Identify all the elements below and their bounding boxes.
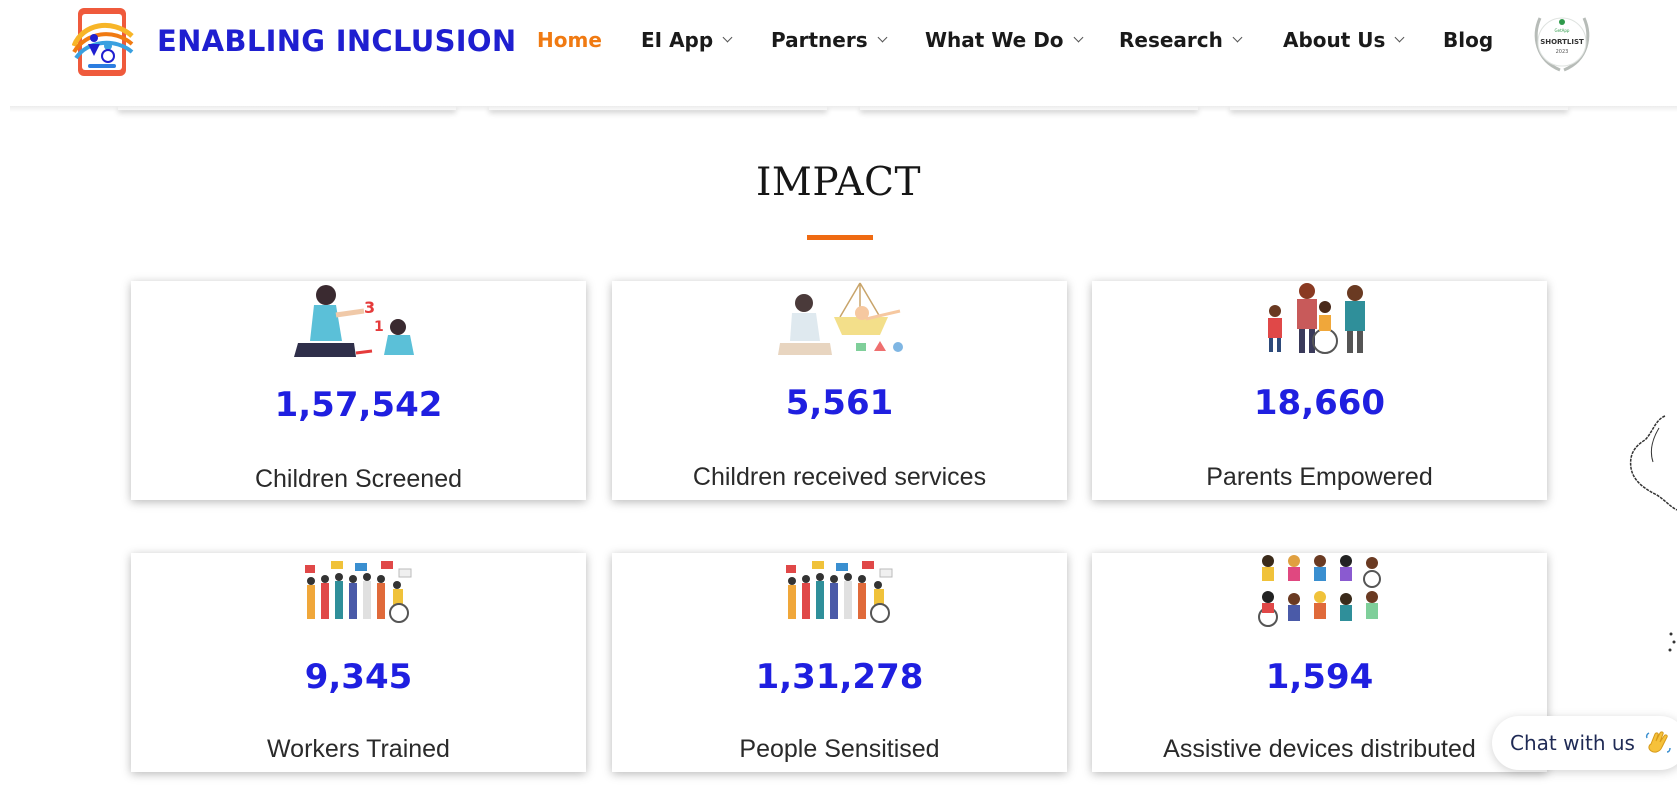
nav-about-us-label: About Us xyxy=(1283,28,1386,52)
stat-label: Children received services xyxy=(692,463,987,491)
nav-partners-label: Partners xyxy=(771,28,868,52)
nav-partners[interactable]: Partners xyxy=(771,28,888,52)
stat-value: 5,561 xyxy=(785,383,894,423)
stat-value: 1,57,542 xyxy=(274,385,443,425)
nav-what-we-do[interactable]: What We Do xyxy=(925,28,1083,52)
impact-card-people-sensitised: 1,31,278 People Sensitised xyxy=(612,553,1067,772)
impact-card-assistive-devices: 1,594 Assistive devices distributed xyxy=(1092,553,1547,772)
enabling-inclusion-logo-icon[interactable] xyxy=(72,6,134,78)
india-map-outline-icon xyxy=(1629,415,1677,511)
stat-label: Assistive devices distributed xyxy=(1163,735,1476,763)
stat-value: 1,594 xyxy=(1265,657,1374,697)
waving-hand-icon xyxy=(1645,731,1671,753)
nav-home-label: Home xyxy=(537,28,602,52)
stat-label: Children Screened xyxy=(254,465,463,493)
stat-label: People Sensitised xyxy=(739,735,940,763)
nav-what-we-do-label: What We Do xyxy=(925,28,1064,52)
nav-research-label: Research xyxy=(1119,28,1223,52)
nav-ei-app[interactable]: EI App xyxy=(641,28,733,52)
badge-year-text: 2023 xyxy=(1556,49,1569,55)
chevron-down-icon xyxy=(1395,32,1405,43)
stat-label: Parents Empowered xyxy=(1206,463,1433,491)
nav-blog[interactable]: Blog xyxy=(1443,28,1493,52)
svg-text:3: 3 xyxy=(364,298,375,317)
chevron-down-icon xyxy=(722,32,733,43)
impact-card-parents-empowered: 18,660 Parents Empowered xyxy=(1092,281,1547,500)
impact-card-children-received-services: 5,561 Children received services xyxy=(612,281,1067,500)
award-shortlist-badge-icon: GetApp SHORTLIST 2023 xyxy=(1534,17,1590,72)
stat-label: Workers Trained xyxy=(267,735,450,763)
stat-value: 9,345 xyxy=(304,657,413,697)
decorative-dots-icon xyxy=(1668,632,1676,652)
chevron-down-icon xyxy=(1073,32,1083,43)
therapy-session-illustration-icon xyxy=(777,282,903,355)
chat-label: Chat with us xyxy=(1510,731,1635,755)
impact-card-children-screened: 3 1 1,57,542 Children Screened xyxy=(131,281,586,500)
nav-home[interactable]: Home xyxy=(537,28,602,52)
impact-title: IMPACT xyxy=(755,160,922,205)
family-group-illustration-icon xyxy=(1267,283,1365,354)
people-with-placards-illustration-icon xyxy=(785,561,892,623)
impact-card-workers-trained: 9,345 Workers Trained xyxy=(131,553,586,772)
brand-name[interactable]: ENABLING INCLUSION xyxy=(157,24,516,58)
mother-child-playing-illustration-icon: 3 1 xyxy=(293,285,414,357)
stat-value: 1,31,278 xyxy=(755,657,924,697)
stat-value: 18,660 xyxy=(1253,383,1386,423)
svg-text:1: 1 xyxy=(374,319,384,335)
nav-ei-app-label: EI App xyxy=(641,28,714,52)
svg-text:GetApp: GetApp xyxy=(1555,28,1570,33)
badge-shortlist-text: SHORTLIST xyxy=(1540,38,1584,46)
title-underline xyxy=(807,235,873,240)
chevron-down-icon xyxy=(877,32,888,43)
nav-research[interactable]: Research xyxy=(1119,28,1243,52)
site-header: ENABLING INCLUSION Home EI App Partners … xyxy=(0,0,1677,106)
nav-about-us[interactable]: About Us xyxy=(1283,28,1405,52)
nav-blog-label: Blog xyxy=(1443,28,1494,52)
header-shadow xyxy=(10,106,1677,112)
chat-with-us-button[interactable]: Chat with us xyxy=(1492,716,1677,770)
chevron-down-icon xyxy=(1232,32,1243,43)
people-with-placards-illustration-icon xyxy=(304,561,411,623)
children-with-wheelchairs-illustration-icon xyxy=(1257,555,1381,627)
